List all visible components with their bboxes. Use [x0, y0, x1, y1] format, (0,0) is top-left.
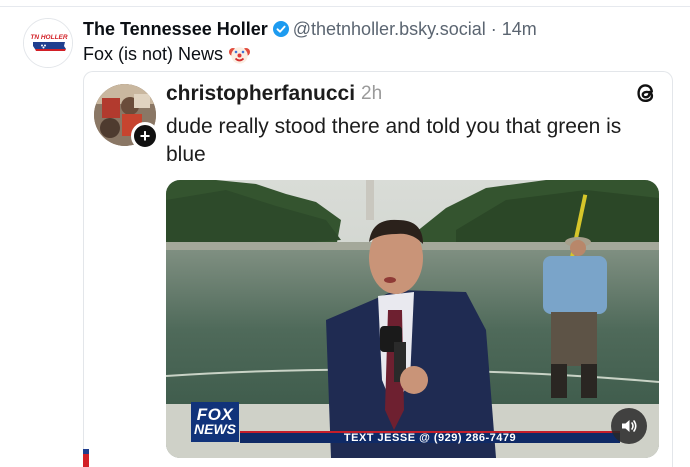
video-frame [166, 180, 659, 458]
tn-holler-logo: TN HOLLER [24, 19, 72, 67]
author-avatar[interactable]: TN HOLLER [23, 18, 73, 68]
news-ticker: TEXT JESSE @ (929) 286-7479 [240, 431, 620, 444]
threads-icon[interactable] [633, 80, 659, 106]
fox-news-logo: FOX NEWS [191, 402, 239, 442]
feed-post[interactable]: TN HOLLER The Tennessee Holler @thetnhol… [0, 0, 690, 467]
author-name[interactable]: The Tennessee Holler [83, 19, 268, 40]
post-timestamp[interactable]: 14m [502, 19, 537, 40]
verified-check-icon [272, 21, 289, 37]
tn-holler-accent [83, 449, 89, 467]
speaker-icon[interactable] [611, 408, 647, 444]
post-body: Fox (is not) News [83, 41, 251, 67]
logo-lettering: TN HOLLER [30, 34, 67, 41]
fox-logo-bottom: NEWS [194, 421, 236, 438]
post-text: Fox (is not) News [83, 43, 224, 64]
embedded-threads-post[interactable]: + christopherfanucci 2h dude really stoo… [83, 71, 673, 467]
clown-face-icon [229, 44, 251, 65]
header-separator: · [490, 18, 497, 39]
follow-button[interactable]: + [131, 122, 159, 150]
embed-username[interactable]: christopherfanucci [166, 82, 355, 106]
embed-text: dude really stood there and told you tha… [166, 115, 622, 166]
ticker-text: TEXT JESSE @ (929) 286-7479 [343, 432, 517, 444]
embed-header: christopherfanucci 2h [166, 80, 382, 108]
embed-timestamp: 2h [361, 83, 383, 104]
post-header: The Tennessee Holler @thetnholler.bsky.s… [83, 17, 537, 41]
video-player[interactable]: FOX NEWS TEXT JESSE @ (929) 286-7479 [166, 180, 659, 458]
author-handle[interactable]: @thetnholler.bsky.social [293, 19, 486, 40]
